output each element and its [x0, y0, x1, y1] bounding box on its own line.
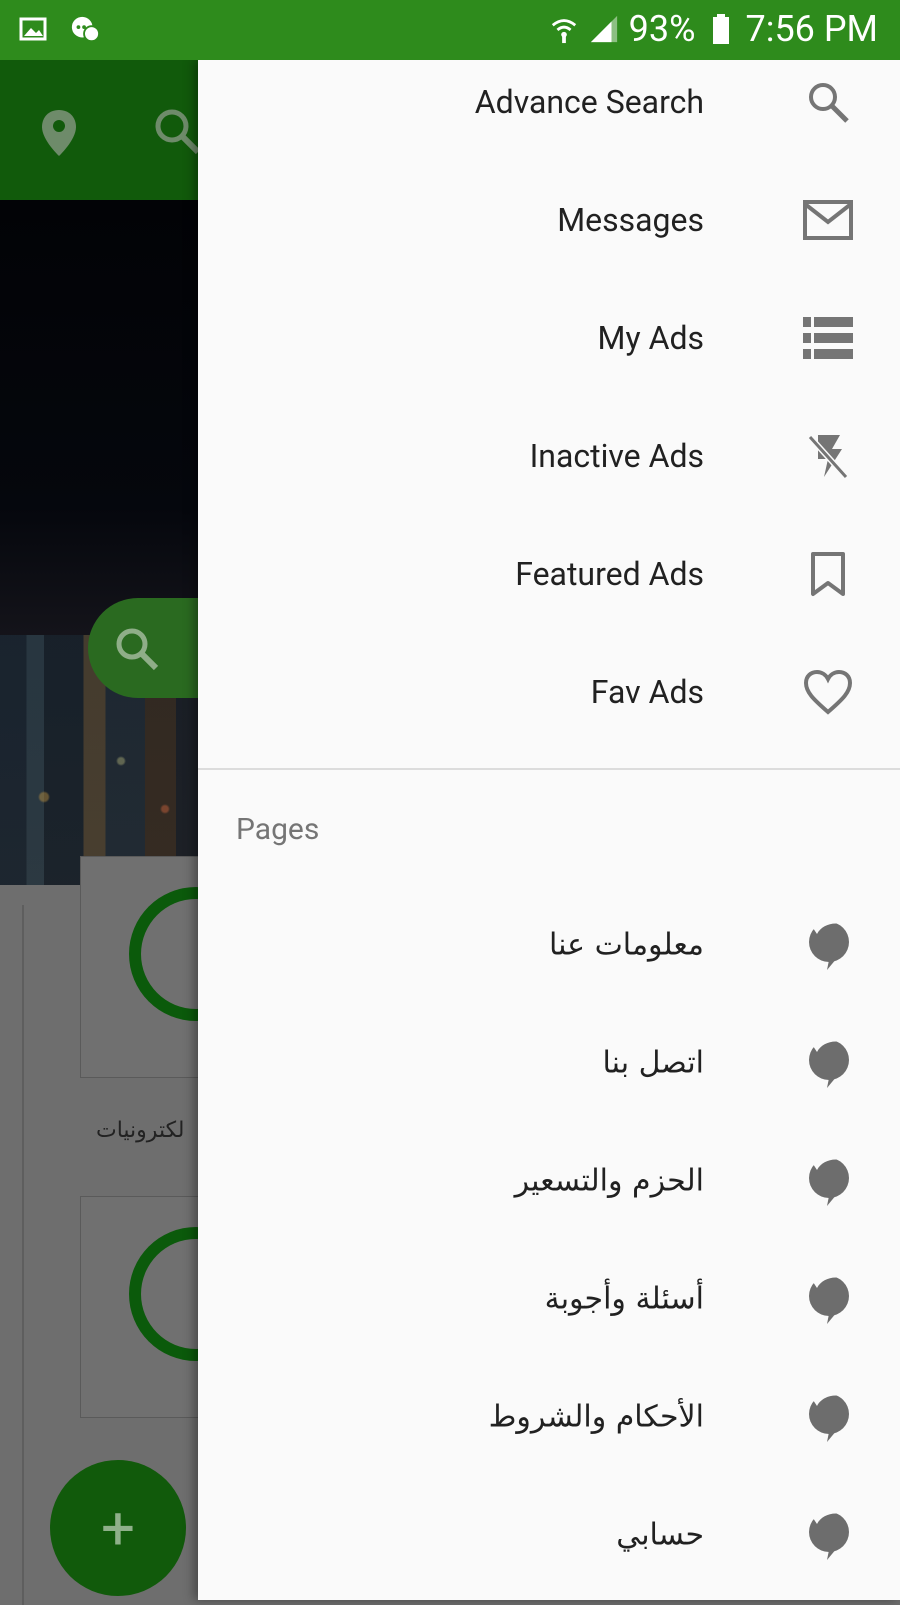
drawer-divider [198, 768, 900, 770]
flash-off-icon [800, 428, 856, 484]
chat-notification-icon [70, 14, 100, 44]
menu-item-label: Featured Ads [515, 555, 704, 593]
chat-bubble-icon [800, 1153, 856, 1209]
divider [22, 905, 24, 1605]
toolbar-search-icon[interactable] [152, 106, 202, 160]
search-icon [116, 628, 159, 671]
page-item-label: اتصل بنا [602, 1045, 705, 1081]
page-item-my-account[interactable]: حسابي [198, 1476, 900, 1594]
menu-item-featured-ads[interactable]: Featured Ads [198, 515, 900, 633]
page-item-label: حسابي [616, 1517, 704, 1553]
category-label: لكترونيات [96, 1118, 185, 1143]
menu-item-messages[interactable]: Messages [198, 161, 900, 279]
chat-bubble-icon [800, 1035, 856, 1091]
menu-item-inactive-ads[interactable]: Inactive Ads [198, 397, 900, 515]
page-item-label: أسئلة وأجوبة [544, 1281, 704, 1317]
menu-item-label: Messages [557, 201, 704, 239]
mail-icon [800, 192, 856, 248]
menu-item-advance-search[interactable]: Advance Search [198, 43, 900, 161]
menu-item-label: Fav Ads [590, 673, 704, 711]
page-item-faq[interactable]: أسئلة وأجوبة [198, 1240, 900, 1358]
page-item-label: الحزم والتسعير [514, 1163, 704, 1199]
wifi-icon [549, 14, 579, 44]
battery-icon [706, 14, 736, 44]
page-item-label: معلومات عنا [548, 927, 704, 963]
chat-bubble-icon [800, 1271, 856, 1327]
bookmark-icon [800, 546, 856, 602]
status-bar: 93% 7:56 PM [0, 0, 900, 60]
menu-item-fav-ads[interactable]: Fav Ads [198, 633, 900, 751]
page-item-about-us[interactable]: معلومات عنا [198, 886, 900, 1004]
heart-icon [800, 664, 856, 720]
page-item-terms[interactable]: الأحكام والشروط [198, 1358, 900, 1476]
search-icon [800, 74, 856, 130]
battery-percent: 93% [628, 8, 696, 50]
page-item-contact-us[interactable]: اتصل بنا [198, 1004, 900, 1122]
chat-bubble-icon [800, 917, 856, 973]
location-pin-icon[interactable] [40, 108, 78, 162]
menu-item-label: My Ads [597, 319, 704, 357]
menu-item-label: Advance Search [474, 83, 704, 121]
navigation-drawer: Advance Search Messages My Ads Inactive … [198, 60, 900, 1600]
gallery-notification-icon [18, 14, 48, 44]
clock: 7:56 PM [745, 8, 879, 50]
menu-item-my-ads[interactable]: My Ads [198, 279, 900, 397]
chat-bubble-icon [800, 1507, 856, 1563]
page-item-label: الأحكام والشروط [488, 1399, 704, 1435]
menu-item-label: Inactive Ads [529, 437, 704, 475]
page-item-packages-pricing[interactable]: الحزم والتسعير [198, 1122, 900, 1240]
signal-icon [589, 14, 619, 44]
pages-section-title: Pages [236, 812, 320, 847]
add-ad-button[interactable]: + [50, 1460, 186, 1596]
list-icon [800, 310, 856, 366]
chat-bubble-icon [800, 1389, 856, 1445]
